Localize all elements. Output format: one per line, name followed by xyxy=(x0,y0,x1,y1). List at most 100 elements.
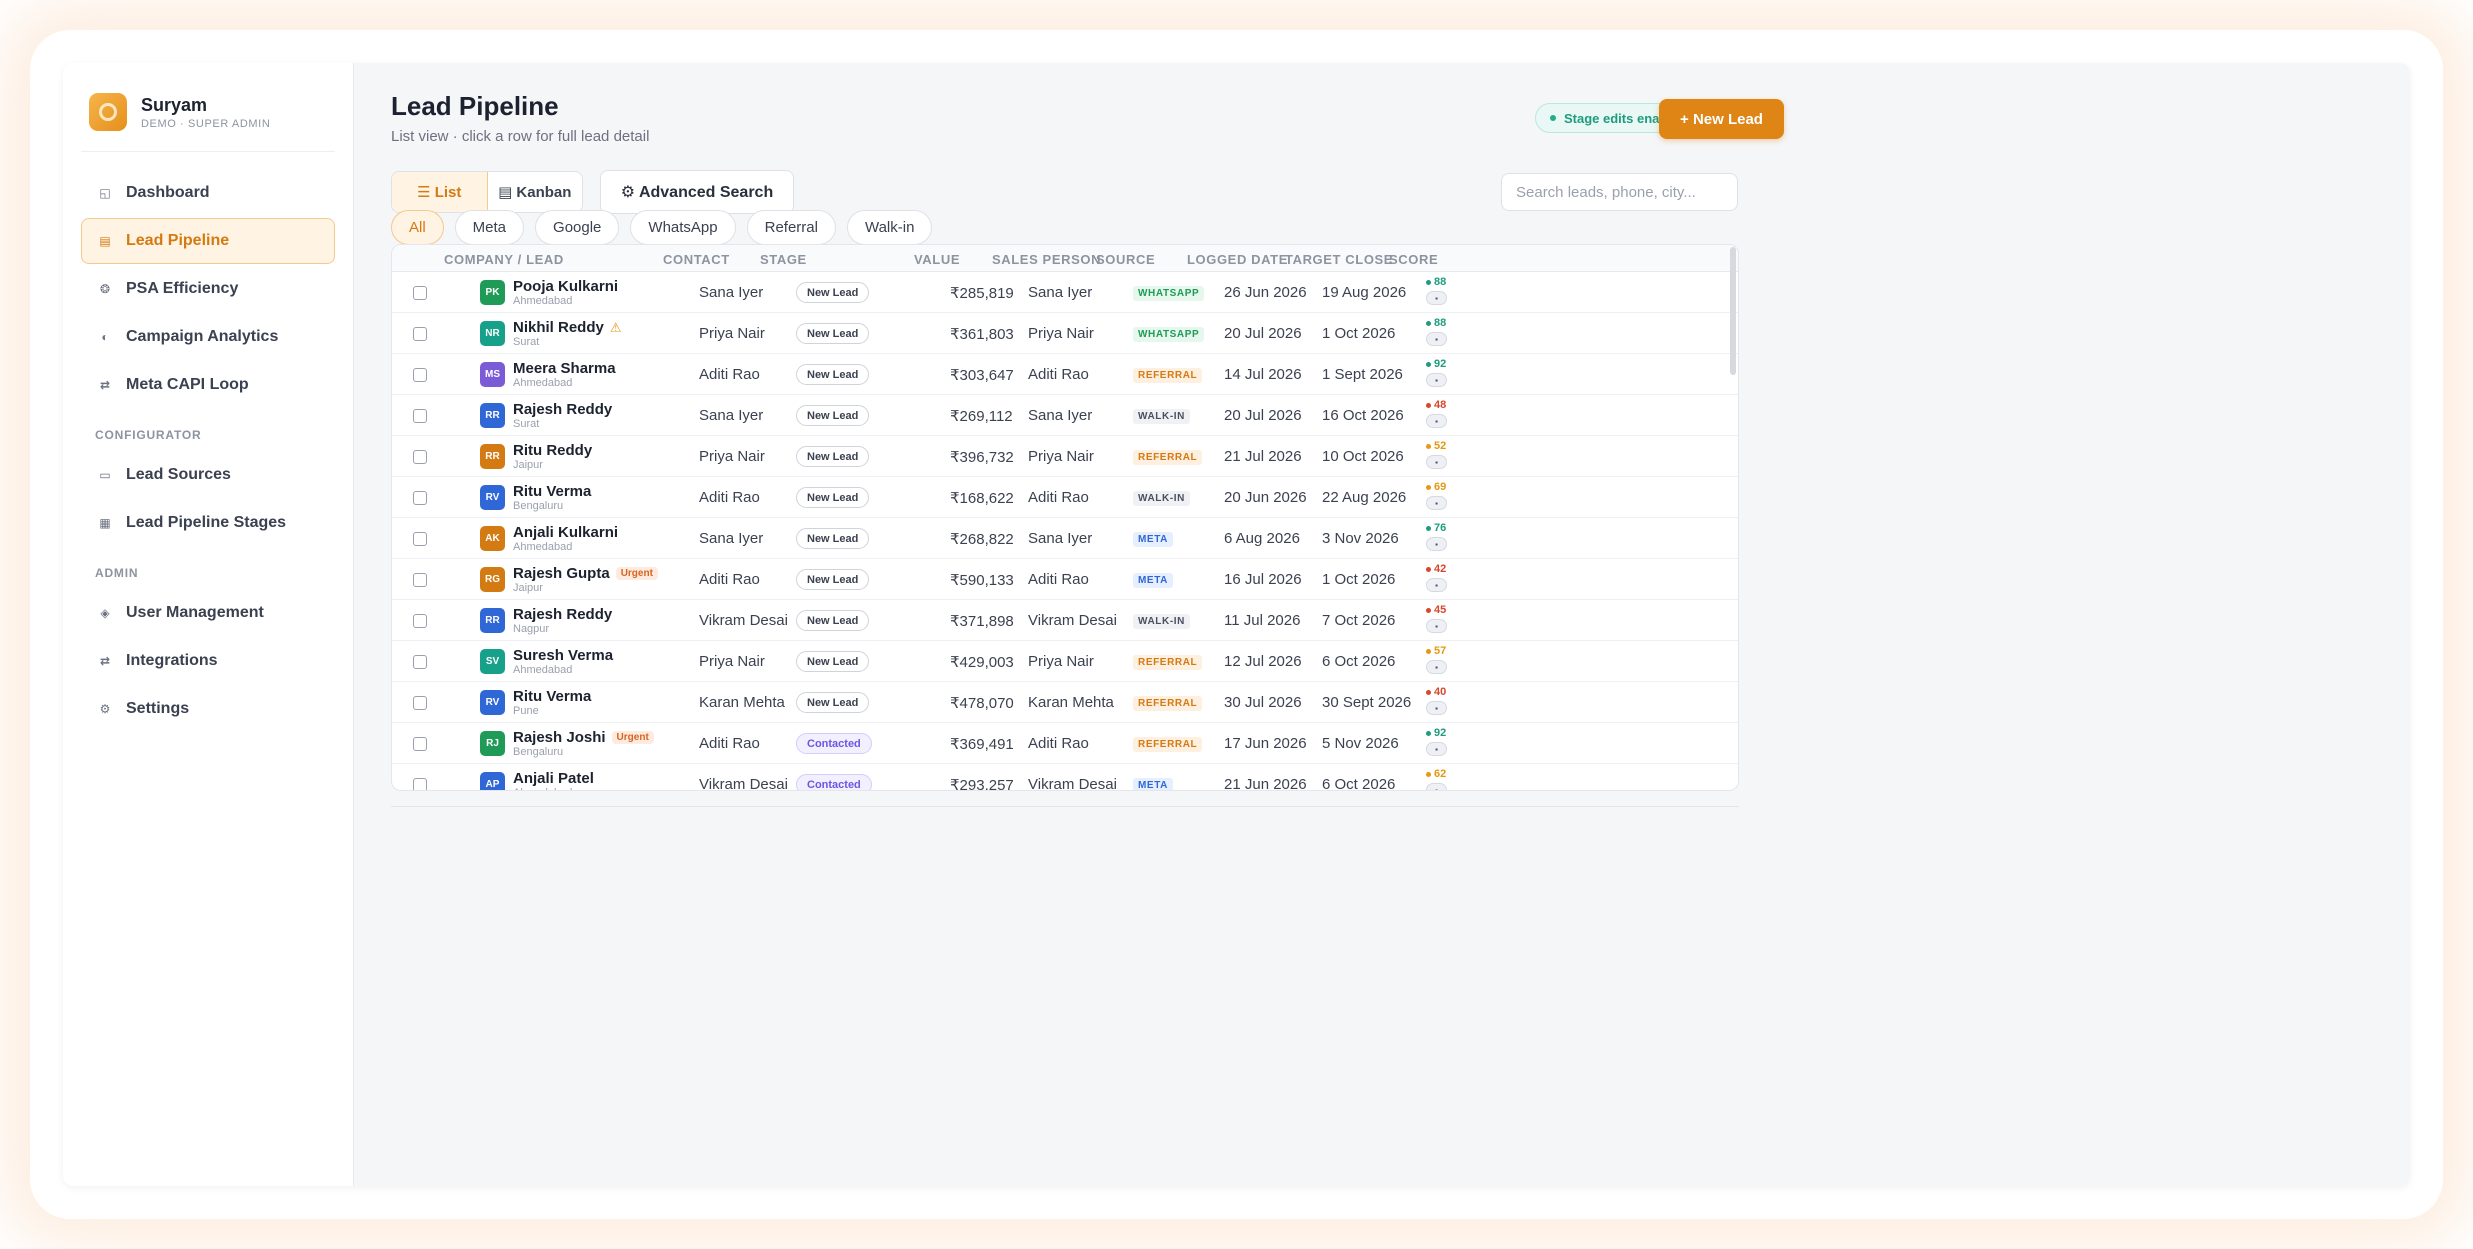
score-detail-icon[interactable]: ▪ xyxy=(1426,783,1447,790)
lead-name-text: Anjali Patel xyxy=(513,770,594,787)
lead-name[interactable]: Ritu Reddy xyxy=(513,442,592,459)
lead-name[interactable]: Nikhil Reddy ⚠ xyxy=(513,319,622,336)
search-input[interactable] xyxy=(1501,173,1738,211)
score-detail-icon[interactable]: ▪ xyxy=(1426,578,1447,592)
lead-name[interactable]: Rajesh Joshi Urgent xyxy=(513,729,654,746)
lead-name[interactable]: Anjali Kulkarni xyxy=(513,524,618,541)
lead-name[interactable]: Suresh Verma xyxy=(513,647,613,664)
column-header-logged-date[interactable]: LOGGED DATE xyxy=(1187,252,1288,267)
score-detail-icon[interactable]: ▪ xyxy=(1426,332,1447,346)
table-row[interactable]: AP Anjali PatelAhmedabad Vikram Desai Conta… xyxy=(392,764,1738,790)
score-detail-icon[interactable]: ▪ xyxy=(1426,455,1447,469)
column-header-stage[interactable]: STAGE xyxy=(760,252,807,267)
kanban-view-button[interactable]: ▤ Kanban xyxy=(488,172,583,212)
new-lead-button[interactable]: + New Lead xyxy=(1659,99,1784,139)
row-checkbox[interactable] xyxy=(413,450,427,464)
table-row[interactable]: PK Pooja Kulkarni Ahmedabad Sana Iyer New Le… xyxy=(392,272,1738,313)
stage-pill[interactable]: New Lead xyxy=(796,364,870,385)
lead-name[interactable]: Anjali Patel xyxy=(513,770,594,787)
score-detail-icon[interactable]: ▪ xyxy=(1426,373,1447,387)
brand: Suryam DEMO · SUPER ADMIN xyxy=(81,87,335,152)
row-checkbox[interactable] xyxy=(413,532,427,546)
sidebar-item-lead-sources[interactable]: ▭ Lead Sources xyxy=(81,452,335,498)
table-row[interactable]: SV Suresh Verma Ahmedabad Priya Nair New Lea… xyxy=(392,641,1738,682)
sidebar-item-psa-efficiency[interactable]: ❂ PSA Efficiency xyxy=(81,266,335,312)
table-row[interactable]: NR Nikhil Reddy ⚠ Surat Priya Nair New Lead ₹3… xyxy=(392,313,1738,354)
sidebar-item-lead-pipeline[interactable]: ▤ Lead Pipeline xyxy=(81,218,335,264)
stage-pill[interactable]: Contacted xyxy=(796,774,872,790)
filter-chip-meta[interactable]: Meta xyxy=(454,210,525,245)
lead-name[interactable]: Pooja Kulkarni xyxy=(513,278,618,295)
sidebar-item-lead-pipeline-stages[interactable]: ▦ Lead Pipeline Stages xyxy=(81,500,335,546)
stage-pill[interactable]: Contacted xyxy=(796,733,872,754)
table-row[interactable]: RG Rajesh Gupta Urgent Jaipur Aditi Rao New L… xyxy=(392,559,1738,600)
score-detail-icon[interactable]: ▪ xyxy=(1426,660,1447,674)
row-checkbox[interactable] xyxy=(413,409,427,423)
row-checkbox[interactable] xyxy=(413,614,427,628)
score-detail-icon[interactable]: ▪ xyxy=(1426,291,1447,305)
stage-pill[interactable]: New Lead xyxy=(796,282,870,303)
filter-chip-referral[interactable]: Referral xyxy=(746,210,836,245)
filter-chip-walk-in[interactable]: Walk-in xyxy=(846,210,933,245)
table-row[interactable]: RR Ritu Reddy Jaipur Priya Nair New Lead ₹396… xyxy=(392,436,1738,477)
score-detail-icon[interactable]: ▪ xyxy=(1426,414,1447,428)
filter-chip-google[interactable]: Google xyxy=(535,210,620,245)
row-checkbox[interactable] xyxy=(413,655,427,669)
score-detail-icon[interactable]: ▪ xyxy=(1426,701,1447,715)
table-row[interactable]: RJ Rajesh Joshi Urgent Bengaluru Aditi Rao Co… xyxy=(392,723,1738,764)
row-checkbox[interactable] xyxy=(413,696,427,710)
contact-cell: Priya Nair xyxy=(699,653,765,670)
row-checkbox[interactable] xyxy=(413,491,427,505)
stage-pill[interactable]: New Lead xyxy=(796,487,870,508)
table-row[interactable]: RR Rajesh Reddy Surat Sana Iyer New Lead ₹269… xyxy=(392,395,1738,436)
table-row[interactable]: RV Ritu Verma Bengaluru Aditi Rao New Lead ₹1… xyxy=(392,477,1738,518)
column-header-target-close[interactable]: TARGET CLOSE xyxy=(1285,252,1393,267)
column-header-score[interactable]: SCORE xyxy=(1389,252,1438,267)
column-header-source[interactable]: SOURCE xyxy=(1096,252,1155,267)
lead-name[interactable]: Ritu Verma xyxy=(513,688,591,705)
stage-pill[interactable]: New Lead xyxy=(796,528,870,549)
sidebar-item-dashboard[interactable]: ◱ Dashboard xyxy=(81,170,335,216)
lead-name[interactable]: Rajesh Reddy xyxy=(513,606,612,623)
stage-pill[interactable]: New Lead xyxy=(796,446,870,467)
stage-pill[interactable]: New Lead xyxy=(796,323,870,344)
lead-name[interactable]: Rajesh Gupta Urgent xyxy=(513,565,658,582)
column-header-contact[interactable]: CONTACT xyxy=(663,252,730,267)
sidebar-item-meta-capi-loop[interactable]: ⇄ Meta CAPI Loop xyxy=(81,362,335,408)
advanced-search-button[interactable]: ⚙ Advanced Search xyxy=(600,170,794,214)
table-scrollbar[interactable] xyxy=(1730,247,1736,375)
score-detail-icon[interactable]: ▪ xyxy=(1426,537,1447,551)
sidebar-item-campaign-analytics[interactable]: ◐ Campaign Analytics xyxy=(81,314,335,360)
sidebar-item-user-management[interactable]: ◈ User Management xyxy=(81,590,335,636)
sidebar-item-integrations[interactable]: ⇄ Integrations xyxy=(81,638,335,684)
sidebar-item-settings[interactable]: ⚙ Settings xyxy=(81,686,335,732)
column-header-value[interactable]: VALUE xyxy=(914,252,960,267)
lead-name-text: Ritu Reddy xyxy=(513,442,593,459)
table-row[interactable]: RR Rajesh Reddy Nagpur Vikram Desai New Lead… xyxy=(392,600,1738,641)
score-detail-icon[interactable]: ▪ xyxy=(1426,496,1447,510)
stage-pill[interactable]: New Lead xyxy=(796,405,870,426)
stage-pill[interactable]: New Lead xyxy=(796,651,870,672)
filter-chip-all[interactable]: All xyxy=(391,210,444,245)
stage-pill[interactable]: New Lead xyxy=(796,610,870,631)
table-row[interactable]: AK Anjali Kulkarni Ahmedabad Sana Iyer New L… xyxy=(392,518,1738,559)
column-header-sales-person[interactable]: SALES PERSON xyxy=(992,252,1101,267)
lead-name[interactable]: Ritu Verma xyxy=(513,483,591,500)
row-checkbox[interactable] xyxy=(413,778,427,790)
column-header-lead[interactable]: COMPANY / LEAD xyxy=(444,252,564,267)
list-view-button[interactable]: ☰ List xyxy=(392,172,488,212)
lead-name[interactable]: Meera Sharma xyxy=(513,360,616,377)
table-row[interactable]: MS Meera Sharma Ahmedabad Aditi Rao New Lead… xyxy=(392,354,1738,395)
row-checkbox[interactable] xyxy=(413,286,427,300)
row-checkbox[interactable] xyxy=(413,368,427,382)
row-checkbox[interactable] xyxy=(413,573,427,587)
stage-pill[interactable]: New Lead xyxy=(796,569,870,590)
lead-name[interactable]: Rajesh Reddy xyxy=(513,401,612,418)
filter-chip-whatsapp[interactable]: WhatsApp xyxy=(630,210,736,245)
score-detail-icon[interactable]: ▪ xyxy=(1426,619,1447,633)
table-row[interactable]: RV Ritu Verma Pune Karan Mehta New Lead ₹478,… xyxy=(392,682,1738,723)
score-detail-icon[interactable]: ▪ xyxy=(1426,742,1447,756)
stage-pill[interactable]: New Lead xyxy=(796,692,870,713)
row-checkbox[interactable] xyxy=(413,327,427,341)
row-checkbox[interactable] xyxy=(413,737,427,751)
